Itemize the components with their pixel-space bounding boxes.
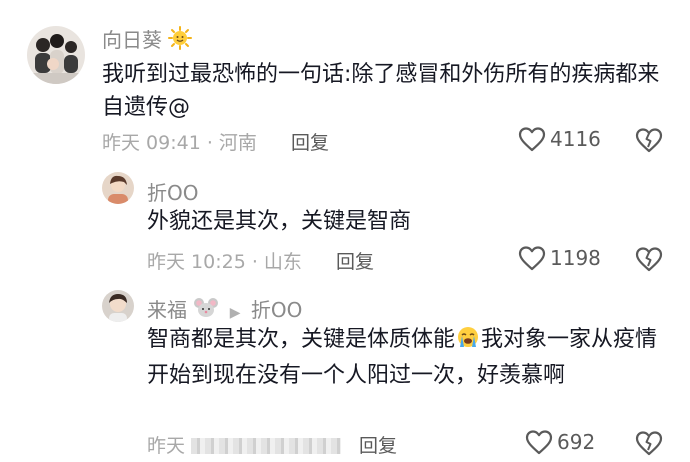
sun-icon	[168, 26, 193, 55]
like-count: 4116	[550, 127, 601, 151]
broken-heart-icon	[635, 128, 663, 153]
comment-username[interactable]: 折OO	[147, 177, 198, 206]
comment-date: 昨天	[147, 435, 186, 457]
reply-button[interactable]: 回复	[291, 128, 329, 155]
like-count: 692	[557, 430, 596, 454]
comment-text-part: 智商都是其次，关键是体质体能	[147, 327, 456, 352]
comment-text: 我听到过最恐怖的一句话:除了感冒和外伤所有的疾病都来自遗传@	[102, 62, 660, 120]
redacted-location	[191, 438, 342, 454]
avatar[interactable]	[27, 26, 85, 84]
broken-heart-icon	[635, 431, 663, 456]
like-button[interactable]: 4116	[518, 126, 601, 152]
heart-icon	[518, 127, 546, 152]
comment-username[interactable]: 来福 ▶ 折OO	[147, 294, 302, 325]
avatar[interactable]	[102, 172, 134, 204]
comment-text: 外貌还是其次，关键是智商	[147, 209, 412, 234]
crying-face-icon	[455, 325, 481, 359]
comment-meta: 昨天 09:41 · 河南	[102, 132, 257, 154]
avatar[interactable]	[102, 290, 134, 322]
heart-icon	[518, 246, 546, 271]
like-button[interactable]: 692	[525, 429, 595, 455]
comment-text: 智商都是其次，关键是体质体能 我对象一家从疫情开始到现在没有一个人阳过一次，好羡…	[147, 323, 667, 392]
like-button[interactable]: 1198	[518, 245, 601, 271]
reply-to-username[interactable]: 折OO	[251, 298, 302, 322]
username-text[interactable]: 向日葵	[102, 28, 162, 52]
comment-meta: 昨天 10:25 · 山东	[147, 251, 302, 273]
dislike-button[interactable]	[635, 127, 663, 157]
heart-icon	[525, 430, 553, 455]
reply-button[interactable]: 回复	[359, 431, 397, 458]
dislike-button[interactable]	[635, 430, 663, 460]
comment-meta: 昨天	[147, 431, 342, 458]
reply-arrow-icon: ▶	[229, 305, 241, 321]
comment-username[interactable]: 向日葵	[102, 24, 193, 55]
reply-button[interactable]: 回复	[336, 247, 374, 274]
dislike-button[interactable]	[635, 246, 663, 276]
username-text[interactable]: 来福	[147, 298, 187, 322]
mouse-icon	[193, 296, 219, 325]
broken-heart-icon	[635, 247, 663, 272]
like-count: 1198	[550, 246, 601, 270]
